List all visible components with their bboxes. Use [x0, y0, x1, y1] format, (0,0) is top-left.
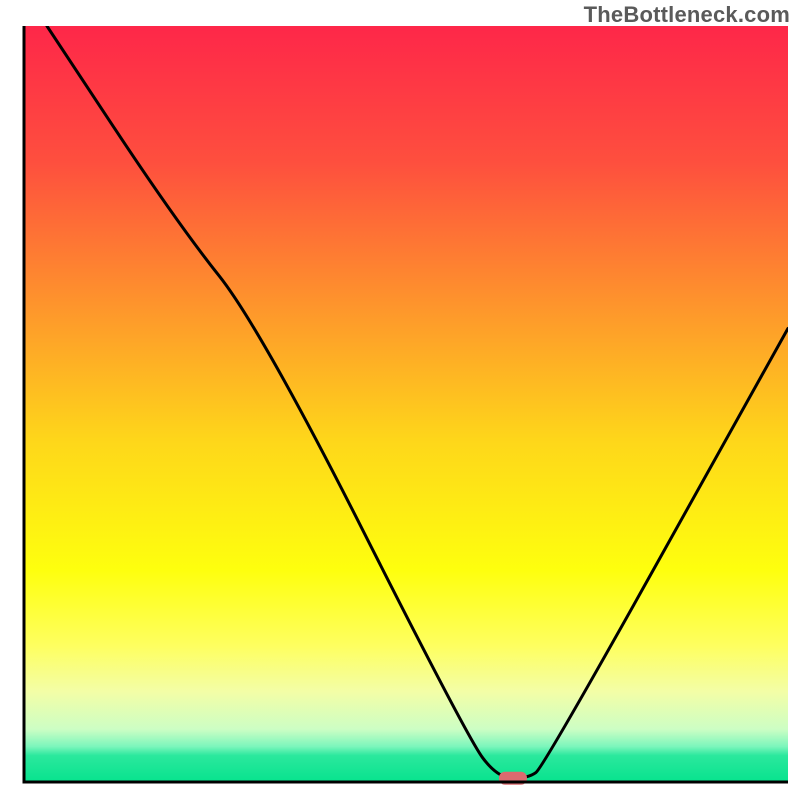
- watermark-text: TheBottleneck.com: [584, 2, 790, 28]
- chart-frame: TheBottleneck.com: [0, 0, 800, 800]
- plot-background: [24, 26, 788, 782]
- bottleneck-chart: [0, 0, 800, 800]
